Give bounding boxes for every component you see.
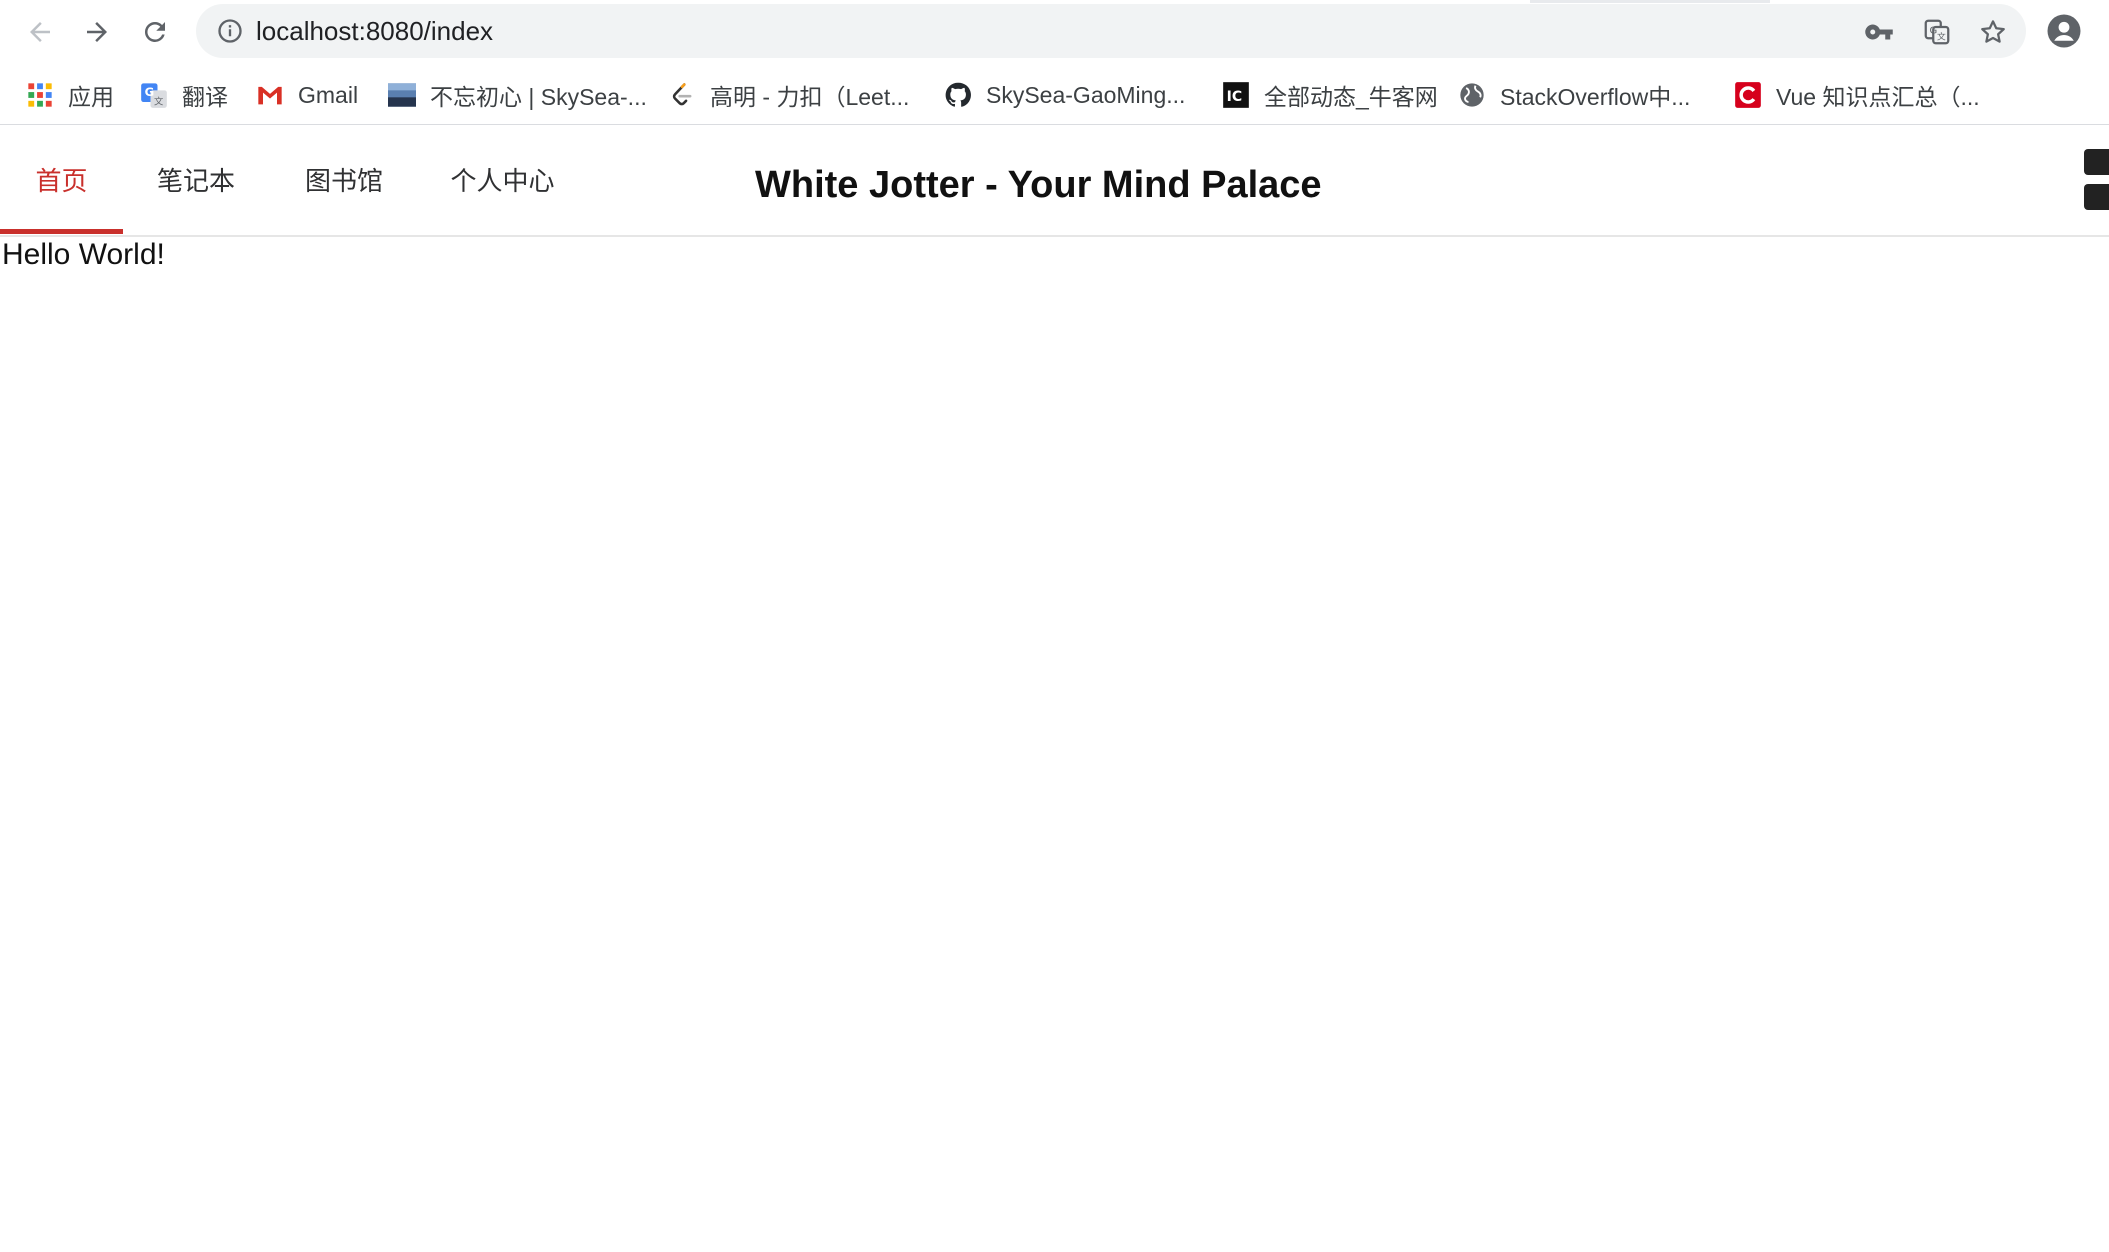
key-icon[interactable]: [1864, 17, 1894, 47]
gmail-icon: [258, 86, 282, 105]
bookmark-label: 翻译: [182, 84, 228, 110]
translate-icon[interactable]: G 文: [1922, 17, 1952, 47]
nowcoder-icon: IC: [1223, 82, 1249, 108]
page-content-text: Hello World!: [2, 238, 165, 271]
bookmark-github[interactable]: SkySea-GaoMing...: [944, 78, 1185, 112]
url-text[interactable]: localhost:8080/index: [256, 4, 493, 58]
bookmark-label: StackOverflow中...: [1500, 84, 1691, 110]
bookmark-skysea-blog[interactable]: 不忘初心 | SkySea-...: [388, 78, 647, 112]
menu-block-icon[interactable]: [2084, 184, 2109, 210]
info-icon[interactable]: [216, 17, 244, 45]
apps-grid-icon: [28, 83, 52, 107]
bookmark-label: SkySea-GaoMing...: [986, 81, 1186, 108]
bookmark-stackoverflow[interactable]: StackOverflow中...: [1458, 78, 1690, 112]
address-bar[interactable]: localhost:8080/index G 文: [196, 4, 2026, 58]
csdn-icon: [1735, 82, 1761, 108]
github-icon: [945, 82, 971, 107]
bookmark-label: 全部动态_牛客网: [1264, 84, 1438, 110]
site-title: White Jotter - Your Mind Palace: [755, 164, 1322, 206]
bookmarks-bar: 应用 G 文 翻译 Gmail 不忘初心 | SkySea-... 高明 - 力…: [0, 64, 2109, 125]
back-button[interactable]: [18, 10, 62, 54]
forward-button[interactable]: [75, 10, 119, 54]
svg-text:文: 文: [154, 95, 163, 107]
bookmark-label: 高明 - 力扣（Leet...: [710, 84, 910, 110]
star-icon[interactable]: [1978, 17, 2008, 47]
arrow-left-icon: [30, 22, 50, 42]
bookmark-label: Vue 知识点汇总（...: [1776, 84, 1980, 110]
bookmark-csdn-vue[interactable]: Vue 知识点汇总（...: [1734, 78, 1980, 112]
tab-notebook[interactable]: 笔记本: [140, 125, 252, 232]
tab-library[interactable]: 图书馆: [288, 125, 400, 232]
reload-button[interactable]: [133, 10, 177, 54]
tab-home[interactable]: 首页: [0, 125, 123, 234]
menu-block-icon[interactable]: [2084, 149, 2109, 175]
svg-text:G: G: [145, 85, 155, 99]
bookmark-label: 不忘初心 | SkySea-...: [430, 84, 647, 110]
bookmark-translate[interactable]: G 文 翻译: [140, 78, 228, 112]
browser-toolbar: localhost:8080/index G 文: [0, 0, 2109, 64]
bookmark-apps[interactable]: 应用: [26, 78, 114, 112]
google-translate-icon: G 文: [141, 83, 167, 108]
reload-icon: [144, 21, 165, 42]
svg-text:IC: IC: [1227, 89, 1242, 105]
tab-strip-edge: [1530, 0, 1770, 3]
arrow-right-icon: [87, 22, 107, 42]
landscape-thumbnail-icon: [388, 83, 416, 107]
bookmark-label: 应用: [68, 84, 114, 110]
profile-avatar-icon[interactable]: [2046, 13, 2082, 49]
bookmark-nowcoder[interactable]: IC 全部动态_牛客网: [1222, 78, 1438, 112]
bookmark-leetcode[interactable]: 高明 - 力扣（Leet...: [668, 78, 909, 112]
svg-text:文: 文: [1937, 31, 1946, 43]
site-nav-menu: 首页 笔记本 图书馆 个人中心 White Jotter - Your Mind…: [0, 125, 2109, 237]
leetcode-icon: [672, 83, 692, 106]
bookmark-label: Gmail: [298, 81, 359, 108]
bookmark-gmail[interactable]: Gmail: [256, 78, 358, 112]
globe-icon: [1460, 83, 1484, 107]
tab-personal-center[interactable]: 个人中心: [440, 125, 565, 232]
